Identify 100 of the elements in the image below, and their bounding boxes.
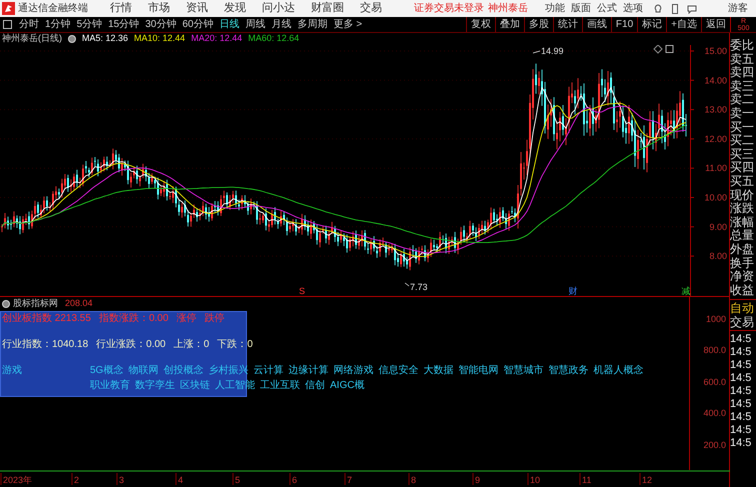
price-axis-label: 15.00: [704, 46, 727, 56]
period-tab[interactable]: 日线: [216, 17, 242, 32]
menu-item[interactable]: 市场: [140, 0, 178, 17]
price-axis-label: 8.00: [709, 251, 727, 262]
toolbar-button[interactable]: 多股: [524, 17, 553, 32]
tick-time: 14:5: [730, 411, 752, 424]
quote-label: 买三: [730, 148, 755, 162]
quote-label: 换手: [730, 256, 755, 270]
concept-tag: 工业互联: [260, 380, 300, 392]
concept-tag: 物联网: [128, 365, 158, 377]
concept-tag: 5G概念: [90, 365, 124, 377]
concept-tag: 区块链: [180, 380, 210, 392]
price-annotation: 7.73: [404, 282, 428, 292]
trade-panel-title: 自动: [730, 301, 755, 316]
phone-icon[interactable]: [670, 4, 680, 14]
concept-tag: 大数据: [423, 365, 454, 377]
menu-item[interactable]: 资讯: [178, 0, 216, 17]
date-axis-label: 5: [235, 475, 240, 485]
date-axis-label: 7: [347, 475, 352, 485]
period-tab[interactable]: 15分钟: [105, 17, 142, 32]
toolbar-button[interactable]: +自选: [666, 17, 701, 32]
menu-item[interactable]: 问小达: [254, 0, 303, 17]
period-tab[interactable]: 1分钟: [42, 17, 74, 32]
date-axis-label: 6: [292, 475, 298, 485]
concept-tag: 网络游戏: [333, 365, 374, 377]
period-tab[interactable]: 多周期: [294, 17, 330, 32]
settings-icon[interactable]: [68, 35, 76, 43]
info-text: 下跌：0: [217, 339, 253, 351]
settings-icon[interactable]: [2, 300, 10, 308]
tick-time: 14:5: [730, 333, 752, 346]
toolbar-button[interactable]: 复权: [466, 17, 495, 32]
trade-panel-subtitle: 交易: [730, 315, 755, 330]
ma-readout: MA10: 12.44: [134, 32, 186, 46]
date-axis-label: 2: [74, 475, 80, 485]
period-tab[interactable]: 更多 >: [330, 17, 366, 32]
quote-label: 卖四: [730, 66, 755, 80]
sector-name: 游戏: [2, 365, 23, 377]
menu-item[interactable]: 行情: [102, 0, 140, 17]
indicator-name: 股标指标网: [13, 297, 58, 310]
stock-link[interactable]: 神州泰岳: [488, 1, 528, 16]
menu-item[interactable]: 财富圈: [303, 0, 352, 17]
event-marker: 财: [568, 286, 578, 296]
toolbar-button[interactable]: 画线: [582, 17, 611, 32]
price-axis-label: 12.00: [704, 134, 727, 144]
chat-icon[interactable]: [687, 4, 697, 14]
quote-label: 总量: [730, 229, 755, 243]
period-tab[interactable]: 分时: [16, 17, 42, 32]
menu-item[interactable]: 公式: [594, 1, 620, 16]
price-annotation: 14.99: [532, 46, 564, 56]
event-marker: S: [299, 286, 305, 296]
quote-label: 买四: [730, 161, 755, 175]
toolbar-button[interactable]: F10: [610, 17, 638, 32]
volume-axis-label: 1000: [706, 313, 726, 326]
toolbar-button[interactable]: 标记: [637, 17, 666, 32]
volume-axis-label: 800.0: [703, 344, 726, 358]
tick-time: 14:5: [730, 346, 752, 360]
concept-tag: 信创: [305, 380, 325, 392]
period-tab[interactable]: 周线: [242, 17, 268, 32]
date-axis-label: 12: [642, 475, 652, 485]
period-tab[interactable]: 30分钟: [142, 17, 180, 32]
indicator-value: 208.04: [65, 297, 93, 310]
quote-label: 涨幅: [730, 216, 755, 229]
menu-item[interactable]: 功能: [542, 1, 568, 16]
toolbar-button[interactable]: 叠加: [494, 17, 524, 32]
menu-item[interactable]: 版面: [568, 1, 594, 16]
chart-title: 神州泰岳(日线): [2, 32, 62, 46]
concept-tag: 云计算: [253, 365, 284, 377]
info-text: 跌停: [204, 313, 224, 325]
quote-label: 卖三: [730, 80, 755, 93]
panel-toggle-icon[interactable]: [3, 20, 12, 29]
concept-tag: 智慧政务: [548, 365, 588, 377]
toolbar-button[interactable]: 返回: [701, 17, 730, 32]
date-axis-label: 8: [411, 475, 416, 485]
info-text: 行业涨跌：0.00: [96, 339, 166, 351]
quote-label: 净资: [730, 270, 755, 284]
period-tab[interactable]: 5分钟: [74, 17, 106, 32]
info-text: 创业板指数 2213.55: [2, 313, 91, 325]
menu-item[interactable]: 发现: [216, 0, 254, 17]
period-tab[interactable]: 60分钟: [179, 17, 216, 32]
period-tab[interactable]: 月线: [268, 17, 294, 32]
toolbar-button[interactable]: 统计: [552, 17, 582, 32]
volume-axis-label: 400.0: [703, 407, 726, 420]
volume-axis-label: 200.0: [703, 438, 726, 452]
ma-readout: MA60: 12.64: [248, 32, 300, 46]
concept-tag: 机器人概念: [593, 365, 644, 377]
date-axis-label: 4: [178, 475, 184, 485]
bulb-icon[interactable]: [653, 4, 663, 14]
tick-time: 14:5: [730, 385, 752, 398]
panel-icon: [666, 45, 674, 53]
volume-axis-label: 600.0: [703, 376, 726, 389]
event-marker: 减: [682, 286, 690, 296]
concept-tag: 信息安全: [378, 365, 418, 377]
ma-readout: MA5: 12.36: [82, 32, 128, 46]
quote-label: 委比: [730, 39, 755, 53]
price-axis-label: 9.00: [709, 222, 727, 232]
quote-label: 买二: [730, 134, 755, 148]
menu-item[interactable]: 选项: [620, 1, 646, 16]
date-axis-label: 10: [530, 475, 540, 485]
user-label[interactable]: 游客: [728, 1, 748, 16]
menu-item[interactable]: 交易: [352, 0, 390, 17]
